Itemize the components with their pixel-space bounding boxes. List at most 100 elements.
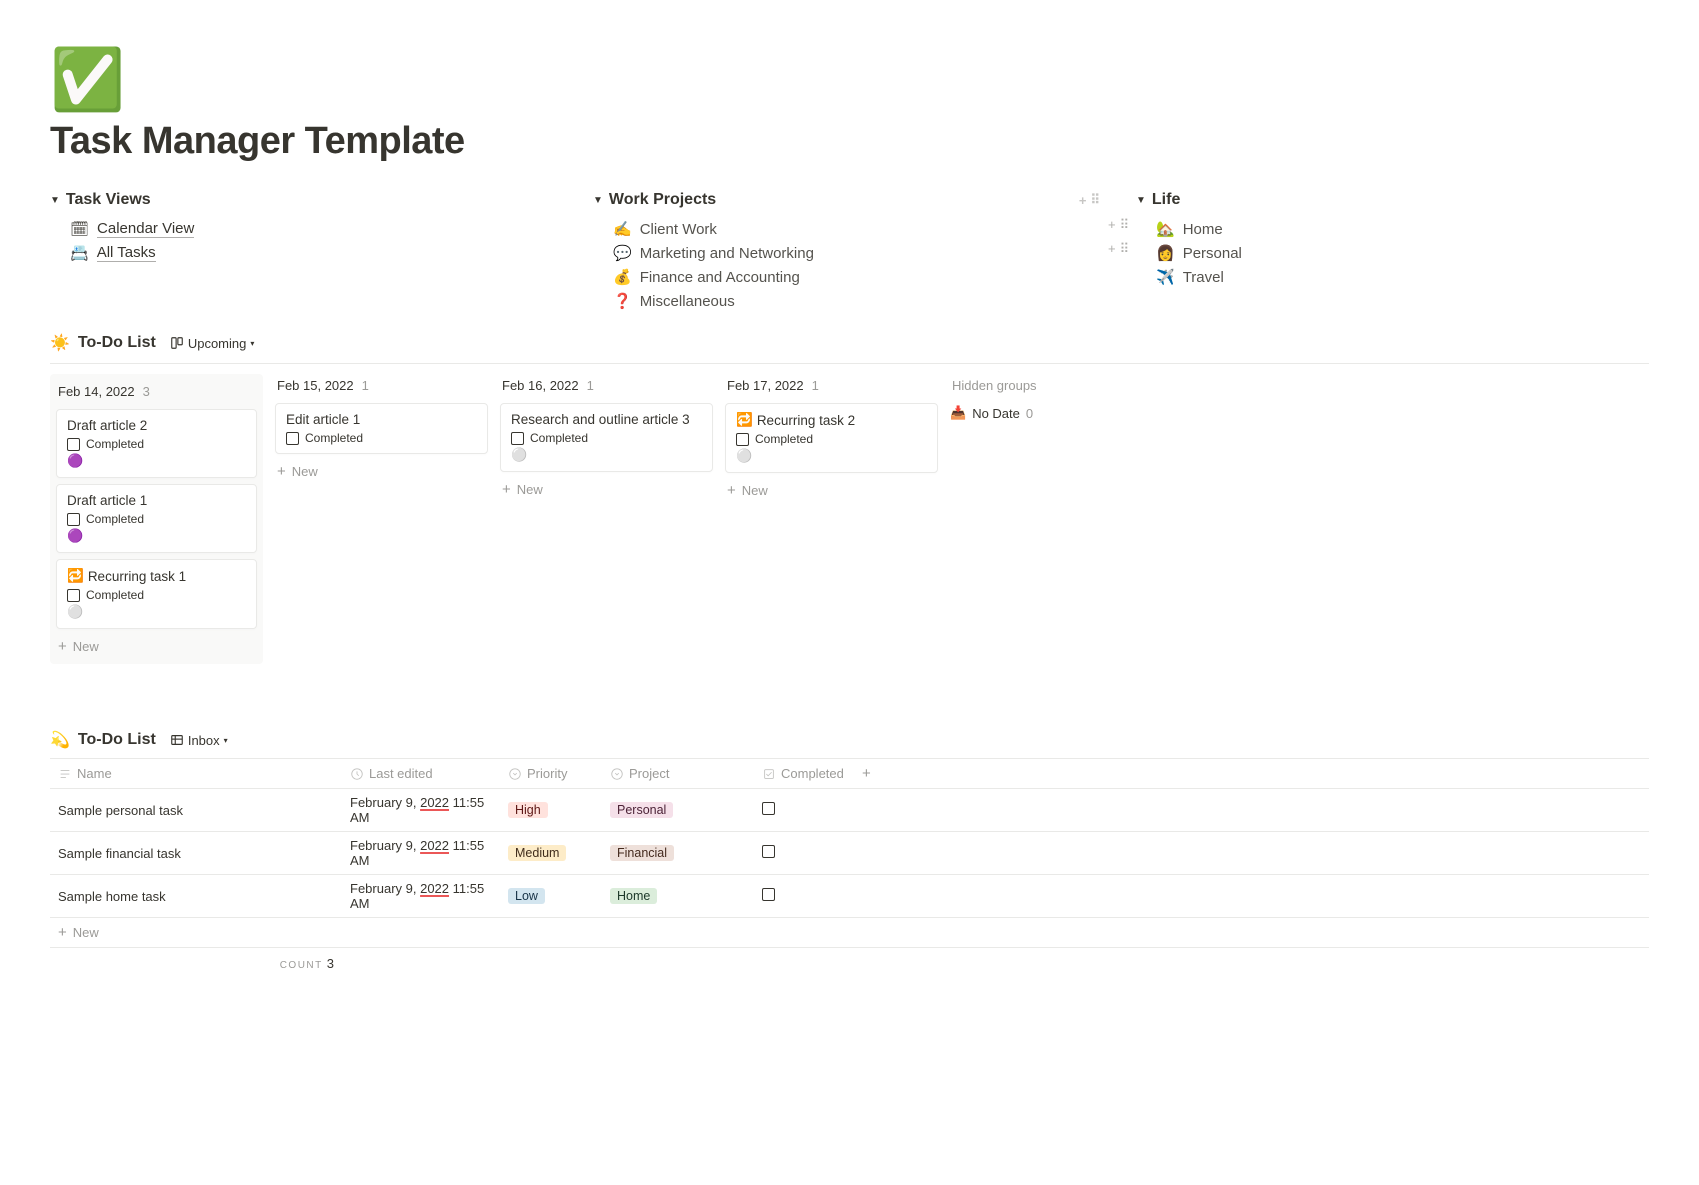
life-toggle[interactable]: ▼ Life — [1136, 191, 1649, 209]
checkbox[interactable] — [762, 845, 775, 858]
card-title-text: Recurring task 1 — [88, 569, 186, 584]
new-card-button[interactable]: +New — [500, 478, 713, 501]
checkbox[interactable] — [762, 888, 775, 901]
add-icon[interactable]: + — [1079, 193, 1087, 208]
board-card[interactable]: Draft article 2 Completed 🟣 — [56, 409, 257, 478]
board-column: Feb 16, 2022 1 Research and outline arti… — [500, 374, 713, 664]
nav-item-icon: ❓ — [613, 292, 632, 310]
work-projects-toggle[interactable]: ▼ Work Projects + ⠿ — [593, 191, 1106, 209]
nav-item[interactable]: ✈️ Travel — [1136, 265, 1649, 289]
board-column-header[interactable]: Feb 17, 2022 1 — [725, 374, 938, 397]
todo-board-title[interactable]: To-Do List — [78, 334, 156, 352]
board-column-count: 1 — [587, 378, 594, 393]
nav-item[interactable]: 🗓 Calendar View — [50, 217, 563, 241]
drag-handle-icon[interactable]: ⠿ — [1090, 192, 1100, 208]
new-card-button[interactable]: + New — [275, 460, 488, 483]
add-column-button[interactable]: + — [854, 759, 894, 788]
table-new-row[interactable]: + New — [50, 918, 1649, 948]
completed-label: Completed — [86, 588, 144, 602]
no-date-group[interactable]: 📥 No Date 0 — [950, 405, 1163, 421]
todo-table-title[interactable]: To-Do List — [78, 731, 156, 749]
chevron-down-icon: ▼ — [1136, 195, 1146, 206]
cell-priority[interactable]: Low — [500, 882, 602, 910]
priority-tag: High — [508, 802, 548, 818]
select-icon — [610, 767, 624, 781]
checkbox[interactable] — [511, 432, 524, 445]
work-projects-heading: Work Projects — [609, 191, 716, 209]
board-card[interactable]: Research and outline article 3 Completed… — [500, 403, 713, 472]
inbox-table: Name Last edited Priority Project Comple… — [50, 758, 1649, 948]
nav-item-label: Personal — [1183, 245, 1242, 262]
board-card[interactable]: 🔁Recurring task 2 Completed ⚪ — [725, 403, 938, 473]
plus-icon: + — [502, 482, 511, 497]
checkbox[interactable] — [67, 438, 80, 451]
nav-item[interactable]: 🏡 Home — [1136, 217, 1649, 241]
cell-project[interactable]: Financial — [602, 839, 754, 867]
completed-label: Completed — [530, 431, 588, 445]
cell-completed[interactable] — [754, 796, 854, 824]
board-view-label: Upcoming — [188, 336, 247, 351]
cell-priority[interactable]: Medium — [500, 839, 602, 867]
cell-name[interactable]: Sample financial task — [50, 840, 342, 867]
table-row[interactable]: Sample home task February 9, 2022 11:55 … — [50, 875, 1649, 918]
cell-priority[interactable]: High — [500, 796, 602, 824]
checkbox[interactable] — [67, 589, 80, 602]
board-column-header[interactable]: Feb 15, 2022 1 — [275, 374, 488, 397]
checkbox[interactable] — [736, 433, 749, 446]
cell-completed[interactable] — [754, 839, 854, 867]
column-name[interactable]: Name — [50, 759, 342, 788]
nav-item[interactable]: 📇 All Tasks — [50, 241, 563, 265]
new-card-button[interactable]: +New — [725, 479, 938, 502]
new-card-label: New — [73, 639, 99, 654]
board-column-header[interactable]: Feb 14, 2022 3 — [56, 380, 257, 403]
cell-project[interactable]: Home — [602, 882, 754, 910]
board-card[interactable]: 🔁 Recurring task 1 Completed ⚪ — [56, 559, 257, 629]
checkbox[interactable] — [67, 513, 80, 526]
project-tag: Home — [610, 888, 657, 904]
project-dot: ⚪ — [67, 604, 246, 620]
add-icon[interactable]: + — [1108, 241, 1116, 257]
board-card[interactable]: Draft article 1 Completed 🟣 — [56, 484, 257, 553]
sun-icon: ☀️ — [50, 333, 70, 353]
checkbox[interactable] — [286, 432, 299, 445]
add-icon[interactable]: + — [1108, 217, 1116, 233]
nav-grid: ▼ Task Views 🗓 Calendar View 📇 All Tasks… — [50, 191, 1649, 313]
board-column-header[interactable]: Feb 16, 2022 1 — [500, 374, 713, 397]
completed-label: Completed — [86, 512, 144, 526]
plus-icon: + — [277, 464, 286, 479]
cell-project[interactable]: Personal — [602, 796, 754, 824]
table-row[interactable]: Sample financial task February 9, 2022 1… — [50, 832, 1649, 875]
cell-completed[interactable] — [754, 882, 854, 910]
table-count-label: COUNT — [280, 960, 323, 971]
todo-table-header: 💫 To-Do List Inbox ▾ — [50, 730, 1649, 750]
cell-name[interactable]: Sample personal task — [50, 797, 342, 824]
board-column-date: Feb 16, 2022 — [502, 378, 579, 393]
drag-handle-icon[interactable]: ⠿ — [1120, 241, 1130, 257]
new-card-button[interactable]: +New — [56, 635, 257, 658]
nav-item[interactable]: ❓ Miscellaneous — [593, 289, 1106, 313]
sparkle-icon: 💫 — [50, 730, 70, 750]
nav-item[interactable]: 👩 Personal — [1136, 241, 1649, 265]
no-date-count: 0 — [1026, 406, 1033, 421]
drag-handle-icon[interactable]: ⠿ — [1120, 217, 1130, 233]
board-card[interactable]: Edit article 1 Completed — [275, 403, 488, 454]
recurring-icon: 🔁 — [67, 568, 84, 584]
column-project[interactable]: Project — [602, 759, 754, 788]
nav-item-icon: 🗓 — [70, 220, 89, 238]
column-priority[interactable]: Priority — [500, 759, 602, 788]
nav-item[interactable]: ✍️ Client Work — [593, 217, 1106, 241]
task-views-toggle[interactable]: ▼ Task Views — [50, 191, 563, 209]
nav-item[interactable]: 💬 Marketing and Networking — [593, 241, 1106, 265]
page-icon[interactable]: ✅ — [50, 50, 1649, 110]
board-view-selector[interactable]: Upcoming ▾ — [164, 334, 261, 353]
cell-name[interactable]: Sample home task — [50, 883, 342, 910]
column-last-edited[interactable]: Last edited — [342, 759, 500, 788]
table-count-value: 3 — [327, 956, 334, 971]
new-card-label: New — [292, 464, 318, 479]
project-tag: Personal — [610, 802, 673, 818]
nav-item[interactable]: 💰 Finance and Accounting — [593, 265, 1106, 289]
table-row[interactable]: Sample personal task February 9, 2022 11… — [50, 789, 1649, 832]
column-completed[interactable]: Completed — [754, 759, 854, 788]
checkbox[interactable] — [762, 802, 775, 815]
table-view-selector[interactable]: Inbox ▾ — [164, 731, 234, 750]
